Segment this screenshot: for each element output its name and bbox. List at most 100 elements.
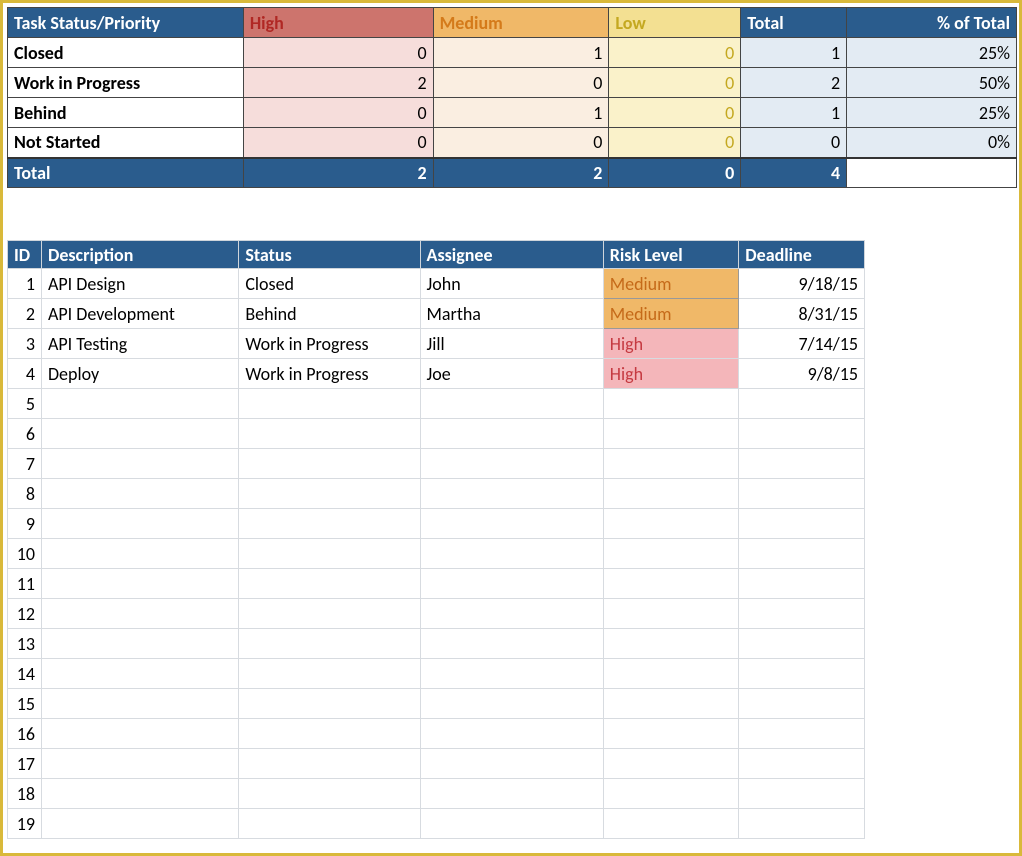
task-cell-assignee[interactable]: John xyxy=(420,269,603,299)
task-cell-status[interactable] xyxy=(239,599,420,629)
task-cell-risk[interactable] xyxy=(603,719,739,749)
task-cell-deadline[interactable]: 9/8/15 xyxy=(739,359,865,389)
task-cell-status[interactable] xyxy=(239,749,420,779)
task-cell-status[interactable]: Work in Progress xyxy=(239,359,420,389)
task-cell-risk[interactable] xyxy=(603,389,739,419)
task-cell-assignee[interactable] xyxy=(420,599,603,629)
task-cell-description[interactable]: Deploy xyxy=(41,359,238,389)
summary-cell-total[interactable]: 2 xyxy=(741,68,847,98)
task-cell-status[interactable] xyxy=(239,419,420,449)
task-cell-deadline[interactable] xyxy=(739,599,865,629)
task-cell-assignee[interactable] xyxy=(420,659,603,689)
task-cell-assignee[interactable] xyxy=(420,479,603,509)
task-cell-assignee[interactable] xyxy=(420,569,603,599)
task-cell-assignee[interactable] xyxy=(420,539,603,569)
task-cell-risk[interactable] xyxy=(603,749,739,779)
task-cell-id[interactable]: 14 xyxy=(8,659,42,689)
task-cell-deadline[interactable] xyxy=(739,539,865,569)
task-cell-id[interactable]: 2 xyxy=(8,299,42,329)
summary-cell-total[interactable]: 0 xyxy=(741,128,847,158)
summary-cell-medium[interactable]: 0 xyxy=(433,68,609,98)
task-cell-deadline[interactable] xyxy=(739,809,865,839)
task-cell-id[interactable]: 3 xyxy=(8,329,42,359)
task-cell-assignee[interactable] xyxy=(420,779,603,809)
task-cell-assignee[interactable] xyxy=(420,449,603,479)
task-cell-risk[interactable] xyxy=(603,659,739,689)
task-cell-status[interactable] xyxy=(239,449,420,479)
task-cell-id[interactable]: 11 xyxy=(8,569,42,599)
task-cell-id[interactable]: 19 xyxy=(8,809,42,839)
task-cell-deadline[interactable] xyxy=(739,779,865,809)
task-cell-status[interactable] xyxy=(239,779,420,809)
task-cell-deadline[interactable]: 9/18/15 xyxy=(739,269,865,299)
task-cell-deadline[interactable] xyxy=(739,569,865,599)
task-cell-assignee[interactable]: Jill xyxy=(420,329,603,359)
task-cell-assignee[interactable] xyxy=(420,629,603,659)
task-cell-risk[interactable] xyxy=(603,539,739,569)
task-cell-assignee[interactable]: Martha xyxy=(420,299,603,329)
summary-cell-low[interactable]: 0 xyxy=(609,38,741,68)
summary-cell-high[interactable]: 0 xyxy=(243,128,433,158)
task-cell-risk[interactable] xyxy=(603,599,739,629)
task-cell-risk[interactable] xyxy=(603,569,739,599)
task-cell-id[interactable]: 1 xyxy=(8,269,42,299)
task-cell-assignee[interactable] xyxy=(420,809,603,839)
task-cell-deadline[interactable] xyxy=(739,479,865,509)
summary-cell-low[interactable]: 0 xyxy=(609,68,741,98)
task-cell-status[interactable] xyxy=(239,809,420,839)
summary-cell-total[interactable]: 1 xyxy=(741,98,847,128)
task-cell-deadline[interactable] xyxy=(739,389,865,419)
task-cell-id[interactable]: 4 xyxy=(8,359,42,389)
task-cell-deadline[interactable] xyxy=(739,659,865,689)
task-cell-status[interactable] xyxy=(239,689,420,719)
summary-cell-high[interactable]: 2 xyxy=(243,68,433,98)
task-cell-status[interactable] xyxy=(239,569,420,599)
task-cell-risk[interactable]: Medium xyxy=(603,299,739,329)
task-cell-status[interactable] xyxy=(239,479,420,509)
task-cell-risk[interactable] xyxy=(603,809,739,839)
summary-cell-high[interactable]: 0 xyxy=(243,38,433,68)
task-cell-status[interactable] xyxy=(239,719,420,749)
task-cell-description[interactable] xyxy=(41,419,238,449)
task-cell-assignee[interactable] xyxy=(420,719,603,749)
task-cell-status[interactable]: Work in Progress xyxy=(239,329,420,359)
task-cell-assignee[interactable]: Joe xyxy=(420,359,603,389)
task-cell-description[interactable] xyxy=(41,659,238,689)
task-cell-description[interactable] xyxy=(41,629,238,659)
task-cell-deadline[interactable] xyxy=(739,689,865,719)
task-cell-description[interactable] xyxy=(41,689,238,719)
task-cell-deadline[interactable] xyxy=(739,449,865,479)
task-cell-id[interactable]: 8 xyxy=(8,479,42,509)
task-cell-id[interactable]: 12 xyxy=(8,599,42,629)
task-cell-id[interactable]: 15 xyxy=(8,689,42,719)
task-cell-deadline[interactable] xyxy=(739,719,865,749)
task-cell-deadline[interactable] xyxy=(739,509,865,539)
task-cell-risk[interactable]: Medium xyxy=(603,269,739,299)
task-cell-id[interactable]: 10 xyxy=(8,539,42,569)
task-cell-description[interactable]: API Design xyxy=(41,269,238,299)
task-cell-description[interactable] xyxy=(41,779,238,809)
task-cell-description[interactable] xyxy=(41,449,238,479)
summary-cell-pct[interactable]: 0% xyxy=(847,128,1017,158)
task-cell-description[interactable] xyxy=(41,389,238,419)
summary-cell-medium[interactable]: 1 xyxy=(433,38,609,68)
summary-cell-medium[interactable]: 0 xyxy=(433,128,609,158)
task-cell-status[interactable]: Behind xyxy=(239,299,420,329)
task-cell-assignee[interactable] xyxy=(420,749,603,779)
task-cell-description[interactable] xyxy=(41,749,238,779)
task-cell-id[interactable]: 13 xyxy=(8,629,42,659)
task-cell-description[interactable]: API Development xyxy=(41,299,238,329)
task-cell-risk[interactable] xyxy=(603,629,739,659)
task-cell-assignee[interactable] xyxy=(420,689,603,719)
summary-cell-pct[interactable]: 25% xyxy=(847,98,1017,128)
summary-cell-medium[interactable]: 1 xyxy=(433,98,609,128)
task-cell-id[interactable]: 9 xyxy=(8,509,42,539)
summary-cell-low[interactable]: 0 xyxy=(609,98,741,128)
task-cell-id[interactable]: 18 xyxy=(8,779,42,809)
task-cell-risk[interactable] xyxy=(603,479,739,509)
task-cell-id[interactable]: 7 xyxy=(8,449,42,479)
task-cell-deadline[interactable] xyxy=(739,629,865,659)
task-cell-status[interactable] xyxy=(239,539,420,569)
task-cell-deadline[interactable]: 8/31/15 xyxy=(739,299,865,329)
task-cell-status[interactable] xyxy=(239,389,420,419)
